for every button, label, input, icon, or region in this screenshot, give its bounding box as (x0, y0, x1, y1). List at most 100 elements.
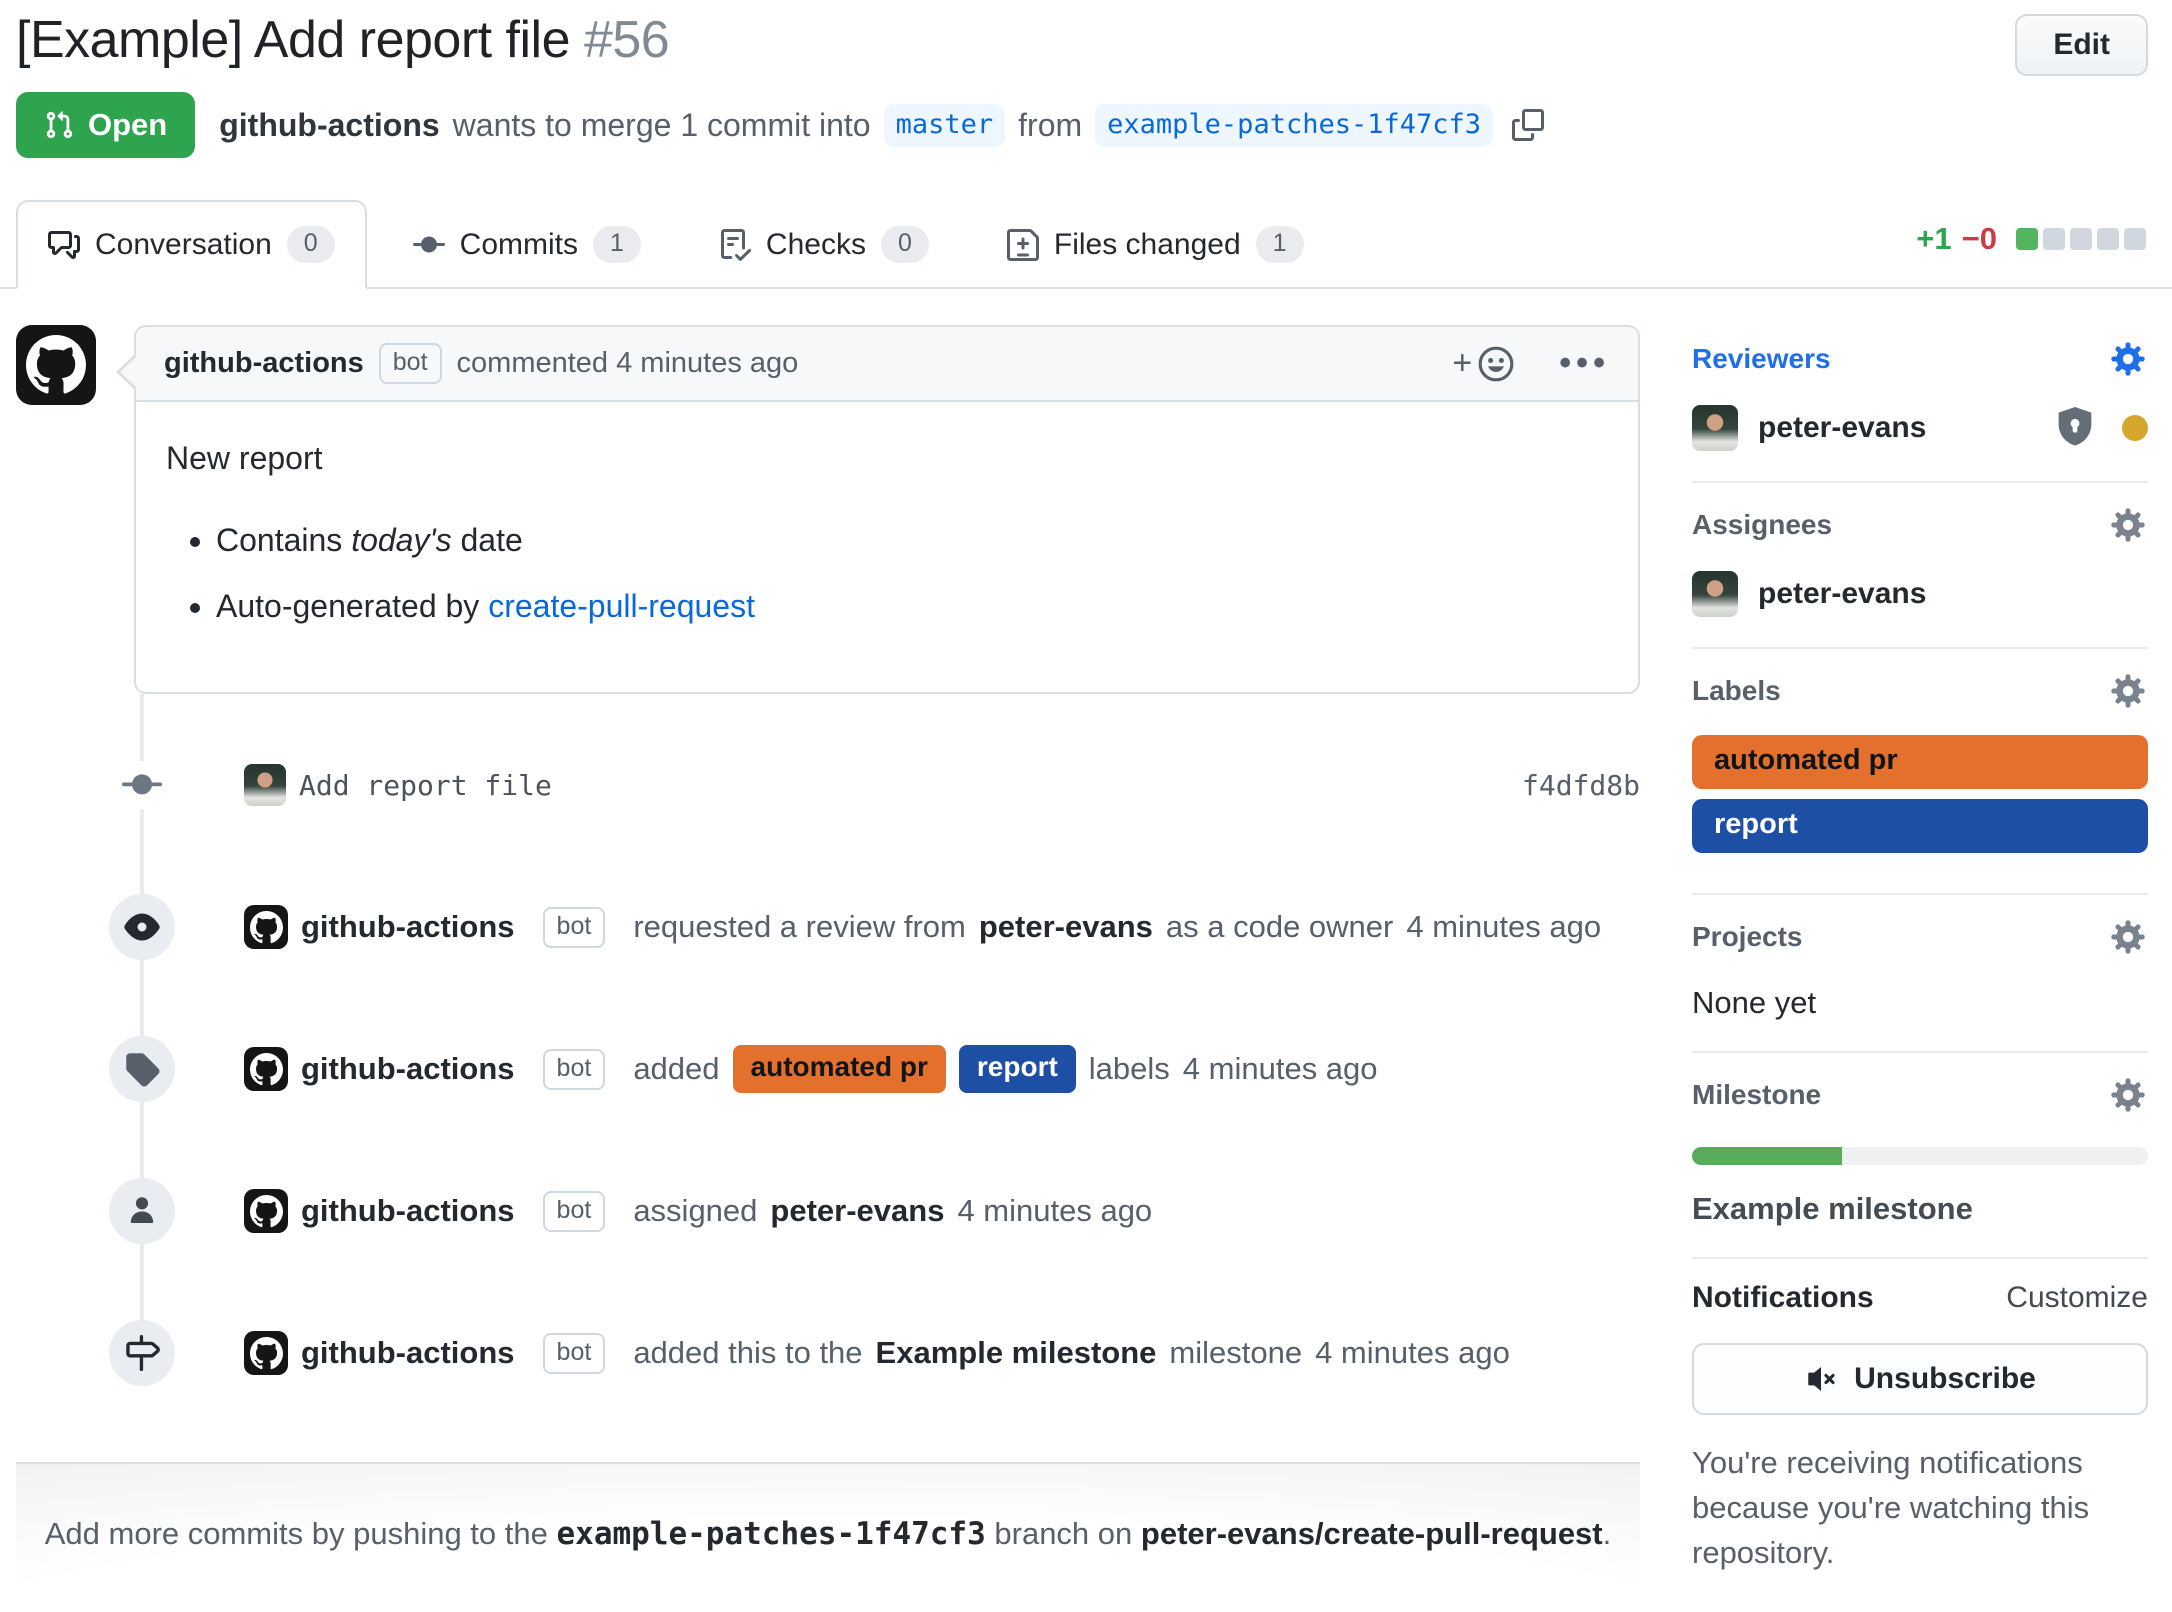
reviewers-header[interactable]: Reviewers (1692, 339, 2148, 379)
gear-icon[interactable] (2108, 505, 2148, 545)
tab-conversation[interactable]: Conversation 0 (16, 200, 367, 289)
milestone-progress-fill (1692, 1147, 1842, 1165)
label-report[interactable]: report (1692, 799, 2148, 853)
event-text: added (633, 1051, 719, 1087)
tab-files-changed[interactable]: Files changed 1 (975, 200, 1336, 289)
projects-header[interactable]: Projects (1692, 917, 2148, 957)
event-time[interactable]: 4 minutes ago (1315, 1335, 1510, 1371)
pull-request-icon (44, 108, 74, 142)
milestone-header[interactable]: Milestone (1692, 1075, 2148, 1115)
base-branch-pill[interactable]: master (884, 104, 1006, 147)
label-automated-pr[interactable]: automated pr (733, 1045, 946, 1092)
event-text: requested a review from (633, 909, 966, 945)
event-target-milestone[interactable]: Example milestone (876, 1335, 1157, 1371)
projects-empty-text: None yet (1692, 985, 2148, 1021)
add-reaction-button[interactable]: + (1452, 344, 1515, 383)
labels-title: Labels (1692, 675, 1781, 707)
tab-count: 1 (1256, 226, 1304, 263)
github-actions-avatar[interactable] (244, 905, 288, 949)
checklist-icon (719, 229, 751, 261)
bot-badge: bot (543, 1333, 606, 1374)
github-actions-avatar[interactable] (16, 325, 96, 405)
tab-label: Files changed (1054, 228, 1241, 262)
create-pull-request-link[interactable]: create-pull-request (488, 588, 755, 624)
kebab-menu-icon[interactable]: ••• (1559, 344, 1610, 383)
assignee-row: peter-evans (1692, 571, 2148, 617)
commit-sha[interactable]: f4dfd8b (1522, 769, 1640, 802)
tab-label: Commits (460, 228, 578, 262)
event-actor[interactable]: github-actions (301, 1193, 515, 1229)
event-text: assigned (633, 1193, 757, 1229)
eye-icon (109, 894, 175, 960)
peter-evans-avatar[interactable] (1692, 405, 1738, 451)
pr-author[interactable]: github-actions (219, 107, 439, 144)
diff-deletions: −0 (1962, 221, 1997, 257)
sidebar-section-projects: Projects None yet (1692, 895, 2148, 1053)
comment-time[interactable]: 4 minutes ago (616, 347, 798, 379)
pr-meta-row: Open github-actions wants to merge 1 com… (16, 92, 2148, 158)
event-text: as a code owner (1166, 909, 1393, 945)
event-content: github-actions bot added automated pr re… (244, 1045, 1640, 1092)
event-time[interactable]: 4 minutes ago (1183, 1051, 1378, 1087)
milestone-progress-track (1692, 1147, 2148, 1165)
label-automated-pr[interactable]: automated pr (1692, 735, 2148, 789)
sidebar-section-reviewers: Reviewers peter-evans (1692, 325, 2148, 483)
copy-branch-icon[interactable] (1512, 109, 1544, 141)
comment-header-actions: + ••• (1452, 344, 1610, 383)
milestone-icon (109, 1320, 175, 1386)
labels-header[interactable]: Labels (1692, 671, 2148, 711)
label-report[interactable]: report (959, 1045, 1076, 1092)
diff-block-neutral (2070, 228, 2092, 250)
assignee-name[interactable]: peter-evans (1758, 577, 1926, 611)
gear-icon[interactable] (2108, 671, 2148, 711)
tab-commits[interactable]: Commits 1 (381, 200, 673, 289)
edit-button[interactable]: Edit (2015, 14, 2148, 76)
timeline-event-review-requested: github-actions bot requested a review fr… (16, 894, 1640, 960)
timeline-event-milestoned: github-actions bot added this to the Exa… (16, 1320, 1640, 1386)
event-target-user[interactable]: peter-evans (770, 1193, 944, 1229)
gear-icon[interactable] (2108, 1075, 2148, 1115)
commit-message[interactable]: Add report file (299, 769, 552, 802)
event-actor[interactable]: github-actions (301, 909, 515, 945)
bullet-emphasis: today's (351, 522, 451, 558)
comment-author[interactable]: github-actions (164, 347, 364, 380)
diff-block-neutral (2097, 228, 2119, 250)
event-content: github-actions bot added this to the Exa… (244, 1331, 1640, 1375)
tag-icon (109, 1036, 175, 1102)
comment-body: New report Contains today's date Auto-ge… (136, 402, 1638, 692)
head-branch-pill[interactable]: example-patches-1f47cf3 (1095, 104, 1493, 147)
customize-link[interactable]: Customize (2006, 1281, 2148, 1315)
github-actions-avatar[interactable] (244, 1189, 288, 1233)
footer-period: . (1603, 1516, 1612, 1551)
comment-discussion-icon (48, 229, 80, 261)
unsubscribe-button[interactable]: Unsubscribe (1692, 1343, 2148, 1415)
gear-icon[interactable] (2108, 339, 2148, 379)
octocat-icon (250, 911, 283, 944)
assignees-header[interactable]: Assignees (1692, 505, 2148, 545)
sidebar-section-notifications: Notifications Customize Unsubscribe You'… (1692, 1259, 2148, 1606)
bullet-text: Auto-generated by (216, 588, 488, 624)
bot-badge: bot (543, 907, 606, 948)
conversation-column: github-actions bot commented 4 minutes a… (16, 325, 1640, 1612)
github-actions-avatar[interactable] (244, 1331, 288, 1375)
tab-count: 1 (593, 226, 641, 263)
tab-checks[interactable]: Checks 0 (687, 200, 961, 289)
commit-row: Add report file f4dfd8b (16, 752, 1640, 818)
bot-badge: bot (379, 343, 442, 384)
milestone-name[interactable]: Example milestone (1692, 1191, 2148, 1227)
commit-author-avatar[interactable] (244, 764, 286, 806)
projects-title: Projects (1692, 921, 1803, 953)
github-actions-avatar[interactable] (244, 1047, 288, 1091)
event-actor[interactable]: github-actions (301, 1335, 515, 1371)
footer-branch: example-patches-1f47cf3 (557, 1516, 986, 1552)
shield-icon (2056, 407, 2094, 449)
event-content: github-actions bot assigned peter-evans … (244, 1189, 1640, 1233)
reviewer-name[interactable]: peter-evans (1758, 411, 1926, 445)
event-target-user[interactable]: peter-evans (979, 909, 1153, 945)
gear-icon[interactable] (2108, 917, 2148, 957)
peter-evans-avatar[interactable] (1692, 571, 1738, 617)
event-time[interactable]: 4 minutes ago (1406, 909, 1601, 945)
push-hint-footer: Add more commits by pushing to the examp… (16, 1464, 1640, 1612)
event-actor[interactable]: github-actions (301, 1051, 515, 1087)
event-time[interactable]: 4 minutes ago (957, 1193, 1152, 1229)
